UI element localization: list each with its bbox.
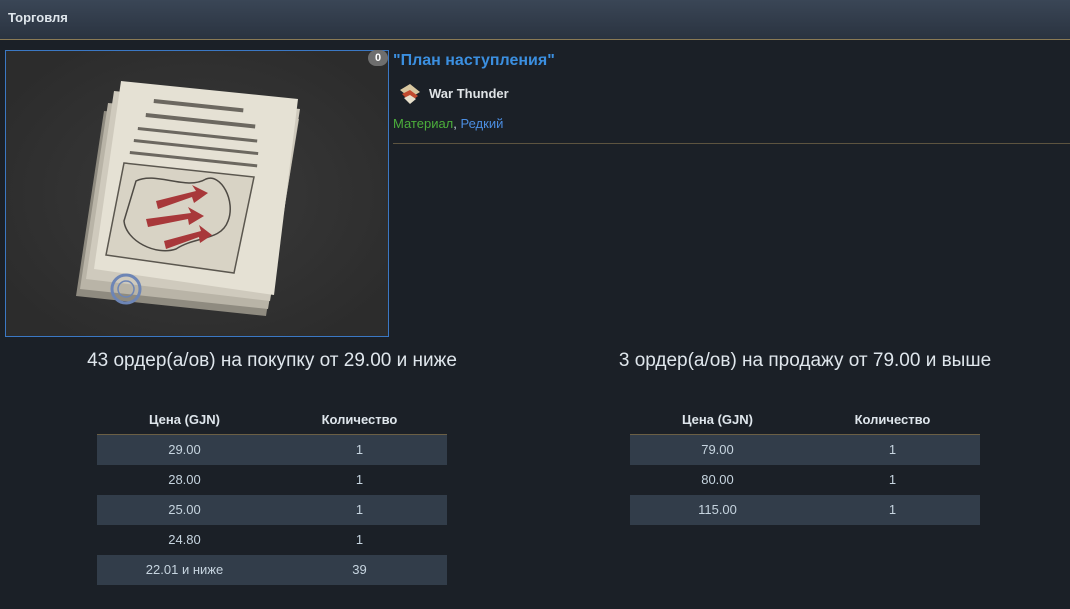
cell-price: 25.00 <box>168 502 201 517</box>
page-title: Торговля <box>8 10 68 25</box>
tag-separator: , <box>453 116 461 131</box>
cell-price: 79.00 <box>701 442 734 457</box>
cell-quantity: 1 <box>888 472 897 487</box>
cell-quantity: 1 <box>888 502 897 517</box>
column-price: Цена (GJN) <box>682 412 753 427</box>
item-image <box>5 50 389 337</box>
document-map-icon <box>6 51 388 336</box>
cell-quantity: 1 <box>888 442 897 457</box>
table-header: Цена (GJN) Количество <box>630 404 980 435</box>
game-name[interactable]: War Thunder <box>429 86 509 101</box>
cell-price: 80.00 <box>701 472 734 487</box>
tag-rarity: Редкий <box>460 116 504 131</box>
table-row: 80.00 1 <box>630 465 980 495</box>
table-row: 25.00 1 <box>97 495 447 525</box>
item-count-badge: 0 <box>368 50 388 66</box>
cell-price: 24.80 <box>168 532 201 547</box>
tag-material: Материал <box>393 116 454 131</box>
buy-orders-table: Цена (GJN) Количество 29.00 1 28.00 1 25… <box>97 404 447 585</box>
sell-orders-table: Цена (GJN) Количество 79.00 1 80.00 1 11… <box>630 404 980 525</box>
cell-quantity: 39 <box>352 562 367 577</box>
column-quantity: Количество <box>854 412 931 427</box>
table-header: Цена (GJN) Количество <box>97 404 447 435</box>
item-tags: Материал, Редкий <box>393 116 503 131</box>
divider <box>393 143 1070 144</box>
cell-price: 115.00 <box>698 502 737 517</box>
column-price: Цена (GJN) <box>149 412 220 427</box>
cell-quantity: 1 <box>355 532 364 547</box>
buy-orders-summary: 43 ордер(а/ов) на покупку от 29.00 и ниж… <box>87 350 457 371</box>
table-row: 29.00 1 <box>97 435 447 465</box>
game-icon <box>398 82 422 106</box>
cell-price: 22.01 и ниже <box>145 562 224 577</box>
table-row: 79.00 1 <box>630 435 980 465</box>
table-row: 115.00 1 <box>630 495 980 525</box>
table-row: 24.80 1 <box>97 525 447 555</box>
table-row: 28.00 1 <box>97 465 447 495</box>
cell-quantity: 1 <box>355 502 364 517</box>
cell-quantity: 1 <box>355 472 364 487</box>
cell-price: 28.00 <box>168 472 201 487</box>
sell-orders-summary: 3 ордер(а/ов) на продажу от 79.00 и выше <box>618 350 992 371</box>
column-quantity: Количество <box>321 412 398 427</box>
item-name: "План наступления" <box>393 52 555 69</box>
header-bar: Торговля <box>0 0 1070 40</box>
cell-price: 29.00 <box>168 442 201 457</box>
cell-quantity: 1 <box>355 442 364 457</box>
table-row: 22.01 и ниже 39 <box>97 555 447 585</box>
